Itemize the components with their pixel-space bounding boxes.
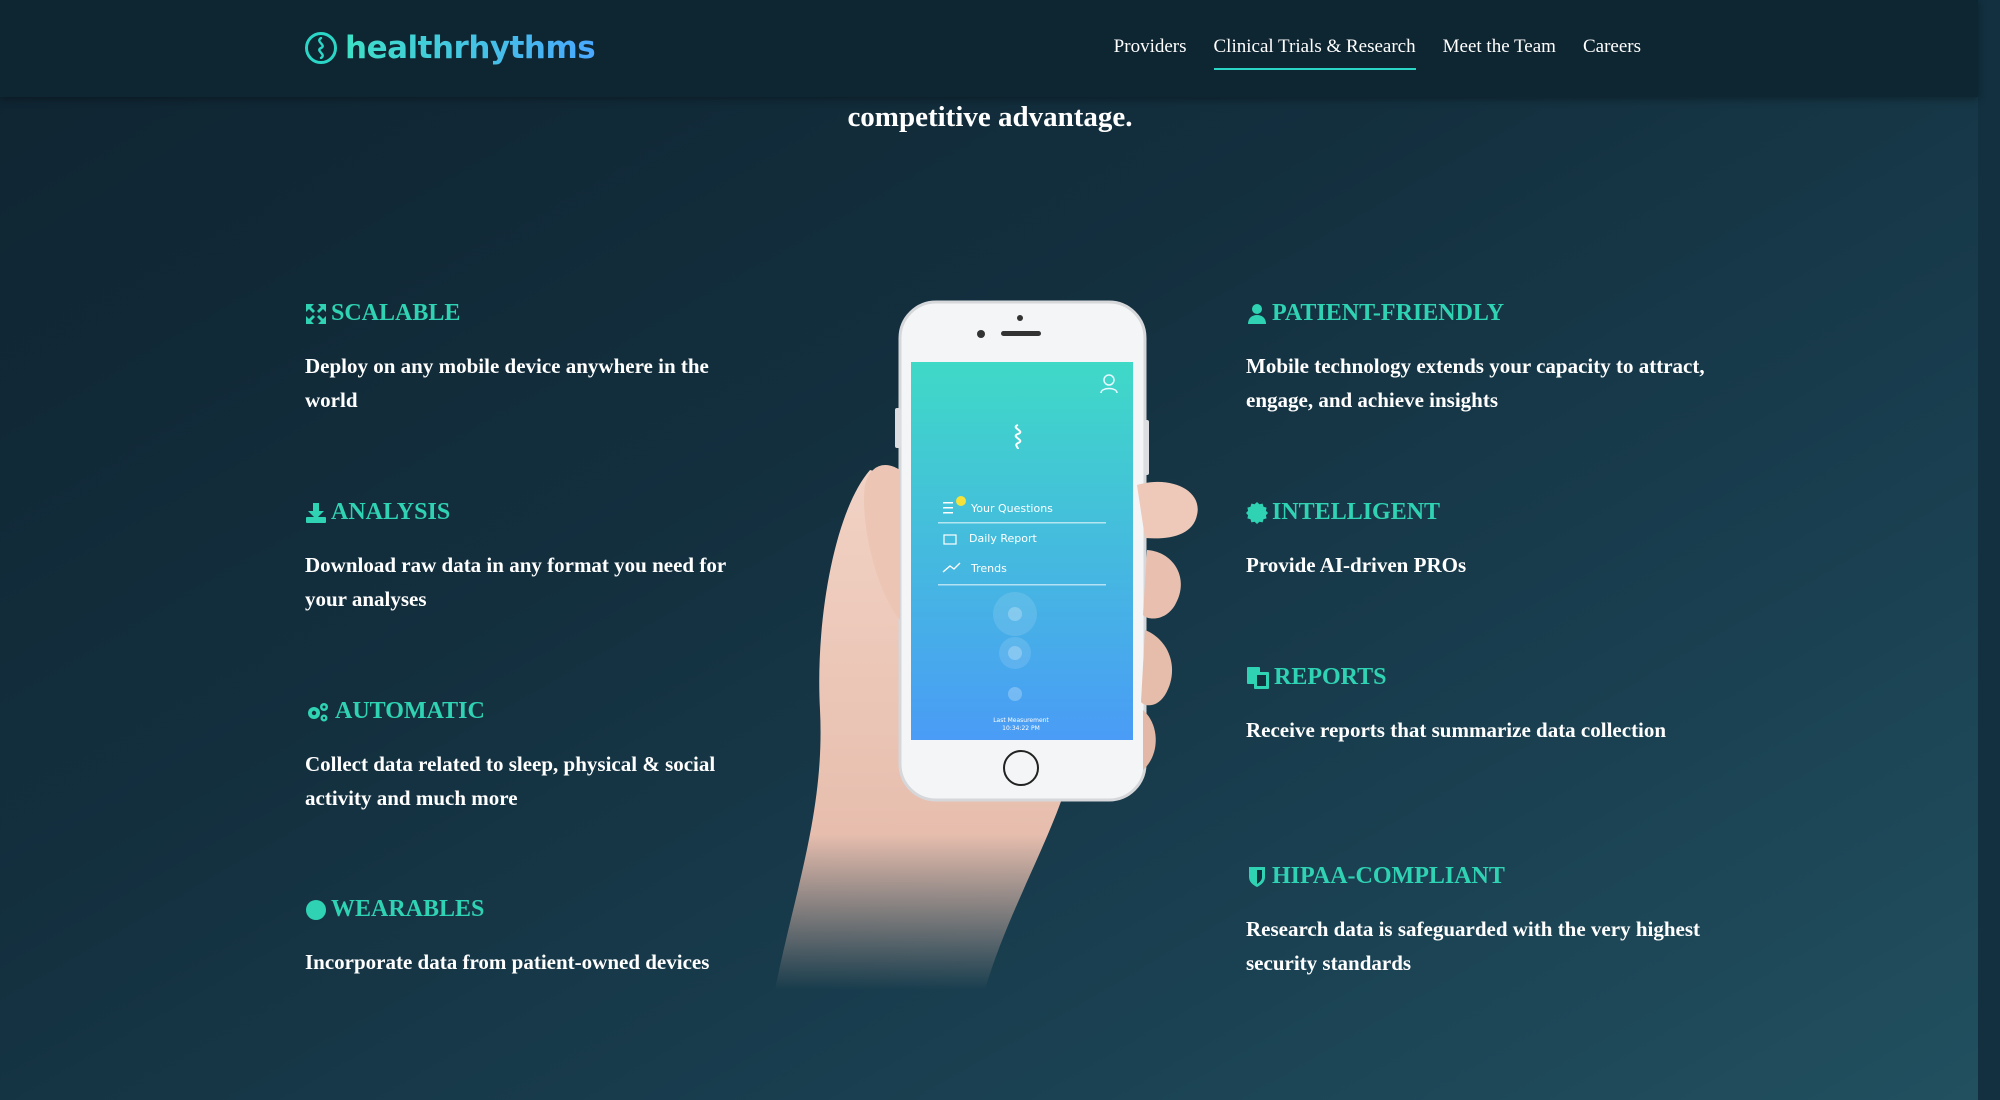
download-icon [306,502,326,523]
certificate-icon [1246,501,1268,524]
copy-icon [1247,666,1269,689]
feature-title: PATIENT-FRIENDLY [1246,300,1706,327]
feature-title: INTELLIGENT [1246,499,1706,526]
feature-scalable: SCALABLE Deploy on any mobile device any… [305,300,765,417]
nav-meet-the-team[interactable]: Meet the Team [1443,36,1556,68]
feature-reports: REPORTS Receive reports that summarize d… [1246,664,1706,747]
phone-menu-your-questions: Your Questions [970,502,1053,515]
feature-patient-friendly: PATIENT-FRIENDLY Mobile technology exten… [1246,300,1706,417]
feature-hipaa-compliant: HIPAA-COMPLIANT Research data is safegua… [1246,863,1706,980]
circle-icon [306,899,326,920]
logo-mark-icon [305,32,337,64]
feature-description: Collect data related to sleep, physical … [305,752,716,810]
phone-menu-trends: Trends [970,562,1007,575]
phone-in-hand-image: Your Questions Daily Report Trends Last … [775,290,1220,990]
feature-description: Incorporate data from patient-owned devi… [305,950,710,974]
feature-title: SCALABLE [305,300,765,327]
main-nav: Providers Clinical Trials & Research Mee… [1114,36,1641,70]
feature-description: Provide AI-driven PROs [1246,553,1467,577]
feature-title: REPORTS [1246,664,1706,691]
expand-icon [306,303,326,324]
feature-intelligent: INTELLIGENT Provide AI-driven PROs [1246,499,1706,582]
phone-last-measurement-time: 10:34:22 PM [1002,725,1040,732]
feature-title: ANALYSIS [305,499,765,526]
shield-icon [1249,866,1265,887]
feature-title: HIPAA-COMPLIANT [1246,863,1706,890]
feature-description: Deploy on any mobile device anywhere in … [305,354,709,412]
phone-menu-daily-report: Daily Report [969,532,1037,545]
feature-description: Research data is safeguarded with the ve… [1246,917,1701,975]
logo-text: healthrhythms [345,30,596,66]
nav-providers[interactable]: Providers [1114,36,1187,68]
phone-last-measurement-label: Last Measurement [993,717,1049,724]
feature-description: Download raw data in any format you need… [305,553,726,611]
phone-illustration: Your Questions Daily Report Trends Last … [775,300,1198,990]
gears-icon [308,702,328,721]
top-navigation-bar: healthrhythms Providers Clinical Trials … [0,0,1978,97]
feature-automatic: AUTOMATIC Collect data related to sleep,… [305,698,765,815]
feature-description: Receive reports that summarize data coll… [1246,718,1667,742]
feature-title: AUTOMATIC [305,698,765,725]
user-icon [1248,303,1266,324]
nav-careers[interactable]: Careers [1583,36,1641,68]
site-logo[interactable]: healthrhythms [305,28,596,68]
feature-description: Mobile technology extends your capacity … [1246,354,1705,412]
feature-title: WEARABLES [305,896,765,923]
nav-clinical-trials-research[interactable]: Clinical Trials & Research [1213,36,1416,70]
feature-wearables: WEARABLES Incorporate data from patient-… [305,896,765,979]
feature-analysis: ANALYSIS Download raw data in any format… [305,499,765,616]
